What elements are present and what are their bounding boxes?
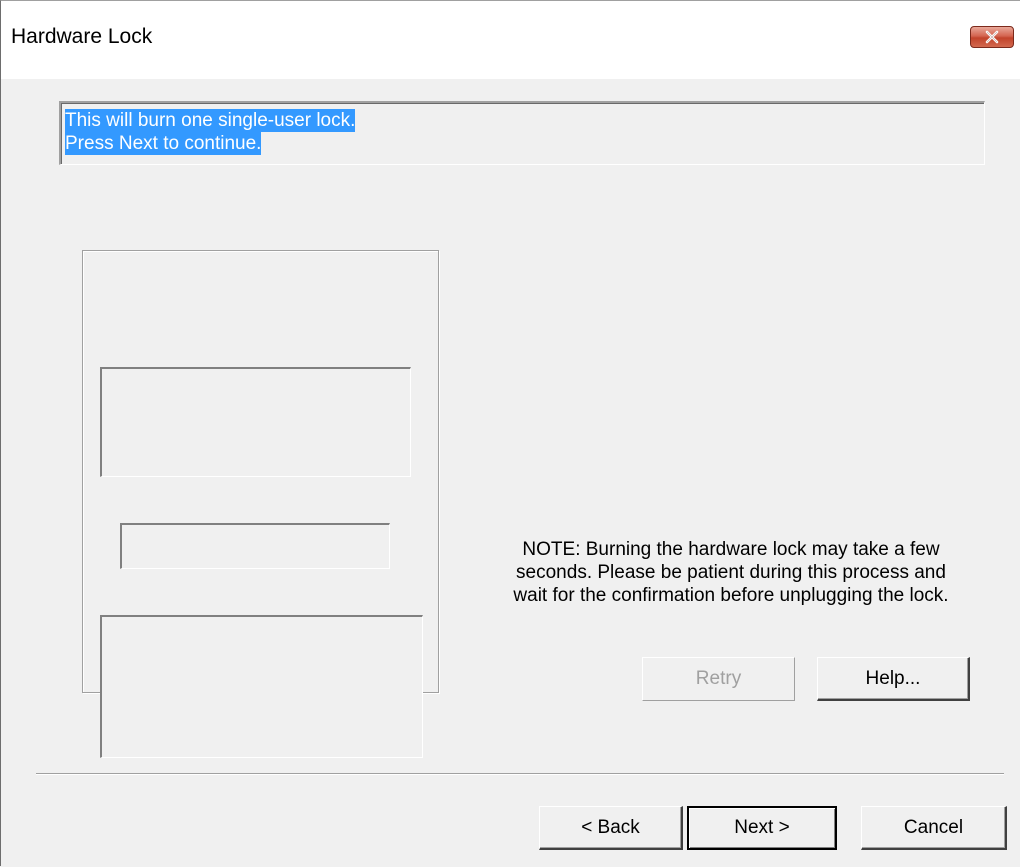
cancel-button[interactable]: Cancel: [861, 806, 1007, 850]
dialog-client-area: This will burn one single-user lock. Pre…: [1, 79, 1020, 867]
retry-button[interactable]: Retry: [642, 657, 795, 701]
title-bar: Hardware Lock: [1, 1, 1020, 79]
instruction-text: This will burn one single-user lock. Pre…: [65, 109, 356, 155]
lock-info-panel-top: [100, 367, 411, 477]
note-text: NOTE: Burning the hardware lock may take…: [481, 538, 981, 607]
next-button[interactable]: Next >: [687, 806, 837, 850]
footer-separator: [36, 773, 1004, 775]
lock-info-panel-bottom: [100, 615, 423, 758]
help-button[interactable]: Help...: [817, 657, 970, 701]
note-line-1: NOTE: Burning the hardware lock may take…: [522, 539, 940, 560]
close-icon: [985, 30, 999, 44]
instruction-line-1: This will burn one single-user lock.: [65, 109, 356, 132]
back-button[interactable]: < Back: [539, 806, 683, 850]
hardware-lock-dialog: Hardware Lock This will burn one single-…: [0, 0, 1020, 867]
window-title: Hardware Lock: [11, 25, 153, 48]
lock-info-group: [82, 250, 439, 758]
lock-info-field-middle: [120, 523, 390, 569]
close-button[interactable]: [970, 26, 1014, 48]
note-line-2: seconds. Please be patient during this p…: [516, 562, 946, 583]
note-line-3: wait for the confirmation before unplugg…: [513, 585, 949, 606]
instruction-text-box[interactable]: This will burn one single-user lock. Pre…: [59, 101, 985, 165]
instruction-line-2: Press Next to continue.: [65, 132, 262, 155]
